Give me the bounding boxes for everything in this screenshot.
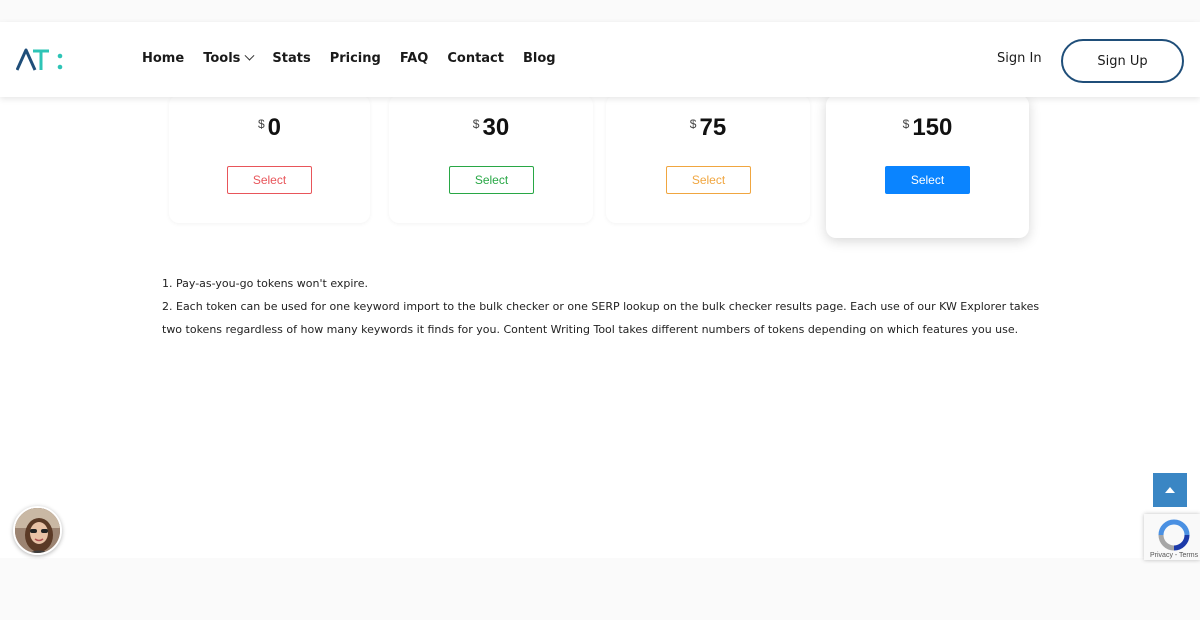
nav-item-stats[interactable]: Stats: [272, 51, 310, 66]
plan-price: $75: [606, 114, 810, 142]
plan-price: $30: [389, 114, 593, 142]
main-nav: Home Tools Stats Pricing FAQ Contact Blog: [142, 50, 575, 66]
plan-card: $0 Select: [169, 95, 370, 223]
select-plan-button[interactable]: Select: [885, 166, 970, 194]
currency-symbol: $: [689, 117, 697, 131]
note-1: 1. Pay-as-you-go tokens won't expire.: [162, 277, 368, 290]
bottom-background-strip: [0, 558, 1200, 620]
note-2: 2. Each token can be used for one keywor…: [162, 300, 1040, 336]
currency-symbol: $: [902, 117, 910, 131]
sign-up-button[interactable]: Sign Up: [1061, 39, 1184, 83]
sign-in-link[interactable]: Sign In: [997, 51, 1042, 66]
currency-symbol: $: [472, 117, 480, 131]
chevron-down-icon: [244, 50, 255, 61]
plan-price: $150: [826, 114, 1029, 142]
select-plan-button[interactable]: Select: [449, 166, 534, 194]
plan-card: $150 Select: [826, 95, 1029, 238]
nav-item-blog[interactable]: Blog: [523, 51, 556, 66]
price-amount: 30: [482, 114, 510, 141]
nav-item-label: Pricing: [329, 51, 381, 66]
nav-item-tools[interactable]: Tools: [203, 50, 255, 66]
caret-up-icon: [1165, 487, 1175, 493]
nav-item-label: Blog: [522, 51, 556, 66]
price-amount: 75: [699, 114, 727, 141]
nav-item-label: Contact: [447, 51, 504, 66]
nav-item-contact[interactable]: Contact: [447, 51, 504, 66]
nav-item-label: Tools: [203, 51, 241, 66]
nav-item-label: Stats: [272, 51, 311, 66]
chat-avatar[interactable]: [13, 506, 62, 555]
select-plan-button[interactable]: Select: [666, 166, 751, 194]
recaptcha-badge[interactable]: Privacy - Terms: [1144, 514, 1200, 560]
plan-card: $75 Select: [606, 95, 810, 223]
back-to-top-button[interactable]: [1153, 473, 1187, 507]
nav-item-label: FAQ: [399, 51, 429, 66]
nav-item-pricing[interactable]: Pricing: [330, 51, 381, 66]
price-amount: 0: [267, 114, 282, 141]
site-logo[interactable]: [16, 48, 68, 72]
plan-price: $0: [169, 114, 370, 142]
currency-symbol: $: [257, 117, 265, 131]
plan-card: $30 Select: [389, 95, 593, 223]
price-amount: 150: [912, 114, 953, 141]
nav-item-home[interactable]: Home: [142, 51, 184, 66]
top-background-strip: [0, 0, 1200, 22]
recaptcha-icon: [1158, 519, 1190, 551]
nav-item-label: Home: [142, 51, 185, 66]
recaptcha-text[interactable]: Privacy - Terms: [1150, 552, 1198, 559]
select-plan-button[interactable]: Select: [227, 166, 312, 194]
site-header: Home Tools Stats Pricing FAQ Contact Blog Sign…: [0, 22, 1200, 97]
pricing-notes: 1. Pay-as-you-go tokens won't expire. 2.…: [162, 272, 1042, 341]
nav-item-faq[interactable]: FAQ: [400, 51, 429, 66]
